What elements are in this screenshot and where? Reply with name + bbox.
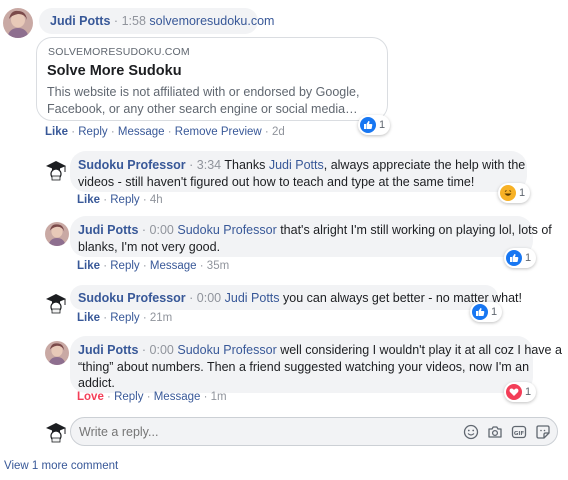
comment-age[interactable]: 21m <box>150 312 172 324</box>
message-link[interactable]: Message <box>150 260 197 272</box>
thumbs-up-icon <box>360 117 376 133</box>
laughing-emoji-icon <box>500 185 516 201</box>
comment-time: 3:34 <box>196 158 222 172</box>
comment-age[interactable]: 35m <box>207 260 229 272</box>
comment-author[interactable]: Sudoku Professor <box>78 158 186 172</box>
reply-link[interactable]: Reply <box>110 312 139 324</box>
comment-text-line1: Judi Potts · 0:00 Sudoku Professor that'… <box>78 223 552 237</box>
mention-link[interactable]: Sudoku Professor <box>177 343 276 357</box>
preview-description-line1: This website is not affiliated with or e… <box>47 85 360 99</box>
comment-reaction-count[interactable]: 1 <box>470 302 503 322</box>
reply-link[interactable]: Reply <box>78 126 107 138</box>
avatar-sudoku-professor[interactable] <box>44 290 68 314</box>
avatar-judi-potts[interactable] <box>45 222 69 246</box>
comment-time: 0:00 <box>196 291 222 305</box>
love-link[interactable]: Love <box>77 391 104 403</box>
reaction-count: 1 <box>379 119 386 131</box>
post-reaction-count[interactable]: 1 <box>358 115 391 135</box>
comment-actions: Like · Reply · 21m <box>77 312 173 324</box>
comment-author[interactable]: Judi Potts <box>78 343 138 357</box>
comment-age[interactable]: 4h <box>150 194 163 206</box>
comment-text-line2: “thing” about numbers. Then a friend sug… <box>78 360 530 374</box>
comment-text-line3: addict. <box>78 376 115 390</box>
post-author[interactable]: Judi Potts <box>50 14 110 28</box>
reply-link[interactable]: Reply <box>114 391 143 403</box>
post-link[interactable]: solvemoresudoku.com <box>149 14 274 28</box>
comment-text-line2: videos - still haven't figured out how t… <box>78 175 475 189</box>
comment-reaction-count[interactable]: 1 <box>498 183 531 203</box>
comment-time: 0:00 <box>149 223 174 237</box>
mention-link[interactable]: Sudoku Professor <box>177 223 276 237</box>
like-link[interactable]: Like <box>77 312 100 324</box>
mention-link[interactable]: Judi Potts <box>225 291 280 305</box>
comment-text-line1: Judi Potts · 0:00 Sudoku Professor well … <box>78 343 562 357</box>
comment-actions: Love · Reply · Message · 1m <box>77 391 227 403</box>
comment-reaction-count[interactable]: 1 <box>504 248 537 268</box>
avatar-sudoku-professor[interactable] <box>44 157 68 181</box>
like-link[interactable]: Like <box>77 260 100 272</box>
comment-age[interactable]: 1m <box>211 391 227 403</box>
like-link[interactable]: Like <box>45 126 68 138</box>
meta-separator: · <box>113 14 119 28</box>
mention-link[interactable]: Judi Potts <box>269 158 324 172</box>
gif-icon[interactable]: GIF <box>511 424 527 440</box>
sticker-icon[interactable] <box>535 424 551 440</box>
svg-text:GIF: GIF <box>514 431 525 437</box>
reply-composer: GIF <box>70 417 558 446</box>
preview-title[interactable]: Solve More Sudoku <box>47 63 182 79</box>
message-link[interactable]: Message <box>118 126 165 138</box>
comment-author[interactable]: Sudoku Professor <box>78 291 186 305</box>
link-preview-card[interactable]: SOLVEMORESUDOKU.COM Solve More Sudoku Th… <box>36 37 388 121</box>
preview-description-line2: Facebook, or any other search engine or … <box>47 102 358 116</box>
avatar-sudoku-professor <box>44 419 68 443</box>
reply-link[interactable]: Reply <box>110 260 139 272</box>
camera-icon[interactable] <box>487 424 503 440</box>
preview-domain: SOLVEMORESUDOKU.COM <box>48 46 190 58</box>
remove-preview-link[interactable]: Remove Preview <box>175 126 262 138</box>
comment-text-line2: blanks, I'm not very good. <box>78 240 221 254</box>
comment-actions: Like · Reply · 4h <box>77 194 163 206</box>
comment-author[interactable]: Judi Potts <box>78 223 138 237</box>
avatar-judi-potts[interactable] <box>3 8 33 38</box>
comment-text-line1: Sudoku Professor · 0:00 Judi Potts you c… <box>78 291 522 305</box>
reply-link[interactable]: Reply <box>110 194 139 206</box>
post-header: Judi Potts · 1:58 solvemoresudoku.com <box>50 14 274 28</box>
comment-time: 0:00 <box>149 343 174 357</box>
thumbs-up-icon <box>506 250 522 266</box>
emoji-icon[interactable] <box>463 424 479 440</box>
view-more-comments-link[interactable]: View 1 more comment <box>4 460 118 472</box>
heart-icon <box>506 384 522 400</box>
thumbs-up-icon <box>472 304 488 320</box>
reply-input[interactable] <box>79 423 449 441</box>
avatar-judi-potts[interactable] <box>45 341 69 365</box>
like-link[interactable]: Like <box>77 194 100 206</box>
post-age[interactable]: 2d <box>272 126 285 138</box>
comment-text-line1: Sudoku Professor · 3:34 Thanks Judi Pott… <box>78 158 526 172</box>
post-time: 1:58 <box>121 14 146 28</box>
comment-actions: Like · Reply · Message · 35m <box>77 260 230 272</box>
message-link[interactable]: Message <box>154 391 201 403</box>
comment-reaction-count[interactable]: 1 <box>504 382 537 402</box>
post-actions: Like · Reply · Message · Remove Preview … <box>45 126 285 138</box>
